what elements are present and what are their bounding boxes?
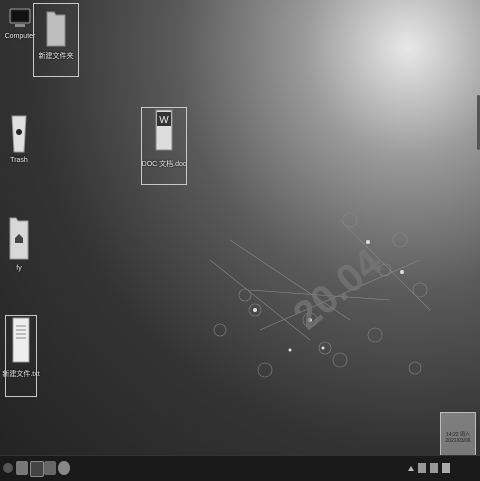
icon-label: Computer — [4, 33, 36, 40]
volume-icon[interactable] — [430, 463, 438, 473]
doc-file-desktop-icon[interactable]: W DOC 文档.doc — [141, 107, 187, 185]
trash-desktop-icon[interactable]: Trash — [4, 108, 34, 164]
icon-label: 新建文件.txt — [2, 371, 40, 378]
browser-icon[interactable] — [58, 461, 70, 475]
wallpaper-version-text: 20.04 — [285, 240, 391, 339]
word-processor-icon[interactable] — [44, 461, 56, 475]
network-icon[interactable] — [418, 463, 426, 473]
terminal-icon[interactable] — [30, 461, 44, 477]
desktop[interactable]: Computer 新建文件夹 Trash W DOC 文档.doc fy 新建文… — [0, 0, 480, 455]
svg-text:W: W — [159, 115, 169, 126]
wallpaper-art: 20.04 — [209, 212, 431, 378]
computer-desktop-icon[interactable]: Computer — [4, 8, 36, 40]
clock-time: 14:22 周六 — [446, 432, 470, 438]
new-folder-desktop-icon[interactable]: 新建文件夹 — [33, 3, 79, 77]
clock-date: 2021/03/06 — [445, 438, 471, 444]
icon-label: 新建文件夹 — [38, 53, 74, 60]
taskbar — [0, 455, 480, 481]
icon-label: DOC 文档.doc — [141, 161, 187, 168]
trash-icon — [11, 115, 27, 153]
text-file-desktop-icon[interactable]: 新建文件.txt — [2, 315, 40, 397]
notification-icon[interactable] — [442, 463, 450, 473]
text-file-icon — [12, 317, 30, 363]
word-document-icon: W — [155, 109, 173, 151]
monitor-icon — [9, 8, 31, 27]
home-folder-desktop-icon[interactable]: fy — [4, 214, 34, 272]
icon-label: Trash — [10, 157, 28, 164]
file-manager-icon[interactable] — [16, 461, 28, 475]
tray-arrow-icon[interactable] — [408, 466, 414, 471]
home-folder-icon — [9, 217, 29, 260]
start-menu-icon[interactable] — [3, 463, 13, 473]
folder-icon — [46, 11, 66, 47]
icon-label: fy — [16, 265, 22, 272]
